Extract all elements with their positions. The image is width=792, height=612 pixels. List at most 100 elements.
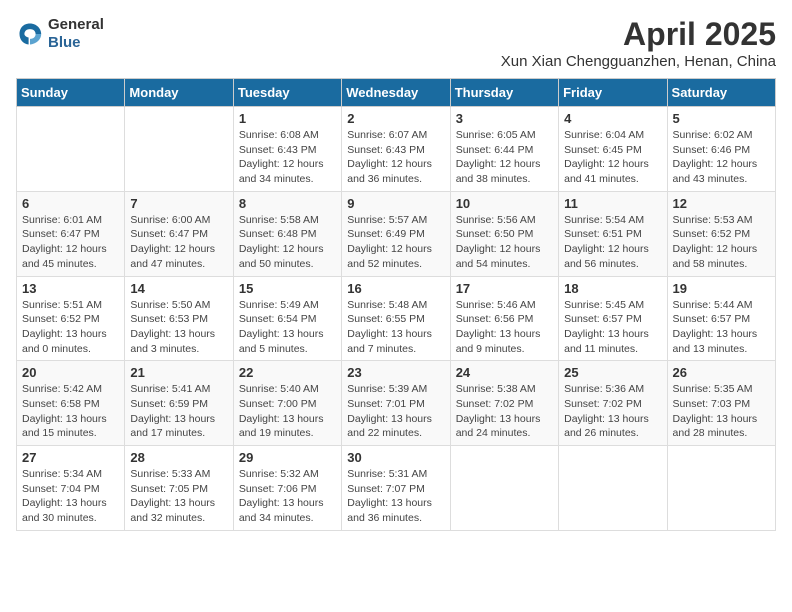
day-number: 18 (564, 281, 661, 296)
day-number: 26 (673, 365, 770, 380)
day-cell: 6 Sunrise: 6:01 AM Sunset: 6:47 PM Daylig… (17, 191, 125, 276)
day-cell (450, 446, 558, 531)
day-number: 24 (456, 365, 553, 380)
day-info: Sunrise: 6:04 AM Sunset: 6:45 PM Dayligh… (564, 128, 661, 187)
calendar-subtitle: Xun Xian Chengguanzhen, Henan, China (501, 53, 776, 70)
day-number: 7 (130, 196, 227, 211)
day-cell: 1 Sunrise: 6:08 AM Sunset: 6:43 PM Daylig… (233, 107, 341, 192)
day-number: 25 (564, 365, 661, 380)
day-cell: 17Sunrise: 5:46 AM Sunset: 6:56 PM Dayli… (450, 276, 558, 361)
day-cell (125, 107, 233, 192)
day-info: Sunrise: 5:36 AM Sunset: 7:02 PM Dayligh… (564, 382, 661, 441)
day-cell (559, 446, 667, 531)
weekday-header-row: SundayMondayTuesdayWednesdayThursdayFrid… (17, 79, 776, 107)
weekday-header-wednesday: Wednesday (342, 79, 450, 107)
day-cell: 2Sunrise: 6:07 AM Sunset: 6:43 PM Daylig… (342, 107, 450, 192)
day-info: Sunrise: 5:51 AM Sunset: 6:52 PM Dayligh… (22, 298, 119, 357)
weekday-header-sunday: Sunday (17, 79, 125, 107)
day-number: 19 (673, 281, 770, 296)
day-info: Sunrise: 5:33 AM Sunset: 7:05 PM Dayligh… (130, 467, 227, 526)
day-info: Sunrise: 5:45 AM Sunset: 6:57 PM Dayligh… (564, 298, 661, 357)
day-cell: 3 Sunrise: 6:05 AM Sunset: 6:44 PM Daylig… (450, 107, 558, 192)
day-number: 28 (130, 450, 227, 465)
day-cell: 27 Sunrise: 5:34 AM Sunset: 7:04 PM Dayli… (17, 446, 125, 531)
day-number: 8 (239, 196, 336, 211)
day-info: Sunrise: 5:35 AM Sunset: 7:03 PM Dayligh… (673, 382, 770, 441)
week-row-3: 13Sunrise: 5:51 AM Sunset: 6:52 PM Dayli… (17, 276, 776, 361)
day-info: Sunrise: 5:50 AM Sunset: 6:53 PM Dayligh… (130, 298, 227, 357)
day-info: Sunrise: 5:32 AM Sunset: 7:06 PM Dayligh… (239, 467, 336, 526)
day-number: 14 (130, 281, 227, 296)
day-number: 2 (347, 111, 444, 126)
week-row-5: 27 Sunrise: 5:34 AM Sunset: 7:04 PM Dayli… (17, 446, 776, 531)
day-number: 6 (22, 196, 119, 211)
day-cell: 8 Sunrise: 5:58 AM Sunset: 6:48 PM Daylig… (233, 191, 341, 276)
day-info: Sunrise: 5:31 AM Sunset: 7:07 PM Dayligh… (347, 467, 444, 526)
day-number: 22 (239, 365, 336, 380)
day-cell: 7Sunrise: 6:00 AM Sunset: 6:47 PM Daylig… (125, 191, 233, 276)
day-cell: 15 Sunrise: 5:49 AM Sunset: 6:54 PM Dayli… (233, 276, 341, 361)
day-info: Sunrise: 5:49 AM Sunset: 6:54 PM Dayligh… (239, 298, 336, 357)
day-number: 5 (673, 111, 770, 126)
logo: General Blue (16, 16, 104, 52)
day-cell (17, 107, 125, 192)
day-cell: 5 Sunrise: 6:02 AM Sunset: 6:46 PM Daylig… (667, 107, 775, 192)
day-info: Sunrise: 5:48 AM Sunset: 6:55 PM Dayligh… (347, 298, 444, 357)
day-cell: 21 Sunrise: 5:41 AM Sunset: 6:59 PM Dayli… (125, 361, 233, 446)
day-cell: 23Sunrise: 5:39 AM Sunset: 7:01 PM Dayli… (342, 361, 450, 446)
day-info: Sunrise: 5:56 AM Sunset: 6:50 PM Dayligh… (456, 213, 553, 272)
day-number: 4 (564, 111, 661, 126)
day-cell: 10Sunrise: 5:56 AM Sunset: 6:50 PM Dayli… (450, 191, 558, 276)
day-cell: 18 Sunrise: 5:45 AM Sunset: 6:57 PM Dayli… (559, 276, 667, 361)
day-cell: 14 Sunrise: 5:50 AM Sunset: 6:53 PM Dayli… (125, 276, 233, 361)
week-row-1: 1 Sunrise: 6:08 AM Sunset: 6:43 PM Daylig… (17, 107, 776, 192)
day-number: 30 (347, 450, 444, 465)
weekday-header-saturday: Saturday (667, 79, 775, 107)
day-number: 3 (456, 111, 553, 126)
header: General Blue April 2025 Xun Xian Chenggu… (16, 16, 776, 70)
title-area: April 2025 Xun Xian Chengguanzhen, Henan… (501, 16, 776, 70)
day-info: Sunrise: 5:57 AM Sunset: 6:49 PM Dayligh… (347, 213, 444, 272)
day-cell: 11 Sunrise: 5:54 AM Sunset: 6:51 PM Dayli… (559, 191, 667, 276)
weekday-header-friday: Friday (559, 79, 667, 107)
day-info: Sunrise: 5:41 AM Sunset: 6:59 PM Dayligh… (130, 382, 227, 441)
day-number: 1 (239, 111, 336, 126)
day-number: 23 (347, 365, 444, 380)
day-cell: 20 Sunrise: 5:42 AM Sunset: 6:58 PM Dayli… (17, 361, 125, 446)
day-info: Sunrise: 5:58 AM Sunset: 6:48 PM Dayligh… (239, 213, 336, 272)
logo-text: General Blue (48, 16, 104, 52)
day-cell: 19 Sunrise: 5:44 AM Sunset: 6:57 PM Dayli… (667, 276, 775, 361)
day-cell: 9 Sunrise: 5:57 AM Sunset: 6:49 PM Daylig… (342, 191, 450, 276)
day-info: Sunrise: 5:44 AM Sunset: 6:57 PM Dayligh… (673, 298, 770, 357)
day-number: 9 (347, 196, 444, 211)
day-info: Sunrise: 6:02 AM Sunset: 6:46 PM Dayligh… (673, 128, 770, 187)
day-number: 27 (22, 450, 119, 465)
day-cell: 30 Sunrise: 5:31 AM Sunset: 7:07 PM Dayli… (342, 446, 450, 531)
day-info: Sunrise: 5:54 AM Sunset: 6:51 PM Dayligh… (564, 213, 661, 272)
day-info: Sunrise: 5:42 AM Sunset: 6:58 PM Dayligh… (22, 382, 119, 441)
day-cell: 12Sunrise: 5:53 AM Sunset: 6:52 PM Dayli… (667, 191, 775, 276)
day-number: 11 (564, 196, 661, 211)
week-row-2: 6 Sunrise: 6:01 AM Sunset: 6:47 PM Daylig… (17, 191, 776, 276)
day-cell: 25 Sunrise: 5:36 AM Sunset: 7:02 PM Dayli… (559, 361, 667, 446)
calendar-title: April 2025 (501, 16, 776, 53)
day-info: Sunrise: 6:08 AM Sunset: 6:43 PM Dayligh… (239, 128, 336, 187)
day-number: 15 (239, 281, 336, 296)
logo-icon (16, 20, 44, 48)
calendar-table: SundayMondayTuesdayWednesdayThursdayFrid… (16, 78, 776, 531)
day-cell (667, 446, 775, 531)
day-number: 20 (22, 365, 119, 380)
day-info: Sunrise: 5:34 AM Sunset: 7:04 PM Dayligh… (22, 467, 119, 526)
day-number: 17 (456, 281, 553, 296)
day-info: Sunrise: 6:05 AM Sunset: 6:44 PM Dayligh… (456, 128, 553, 187)
day-number: 29 (239, 450, 336, 465)
day-cell: 16 Sunrise: 5:48 AM Sunset: 6:55 PM Dayli… (342, 276, 450, 361)
day-cell: 4 Sunrise: 6:04 AM Sunset: 6:45 PM Daylig… (559, 107, 667, 192)
day-number: 16 (347, 281, 444, 296)
day-number: 12 (673, 196, 770, 211)
day-info: Sunrise: 6:01 AM Sunset: 6:47 PM Dayligh… (22, 213, 119, 272)
weekday-header-thursday: Thursday (450, 79, 558, 107)
day-cell: 28 Sunrise: 5:33 AM Sunset: 7:05 PM Dayli… (125, 446, 233, 531)
day-cell: 29 Sunrise: 5:32 AM Sunset: 7:06 PM Dayli… (233, 446, 341, 531)
day-number: 21 (130, 365, 227, 380)
